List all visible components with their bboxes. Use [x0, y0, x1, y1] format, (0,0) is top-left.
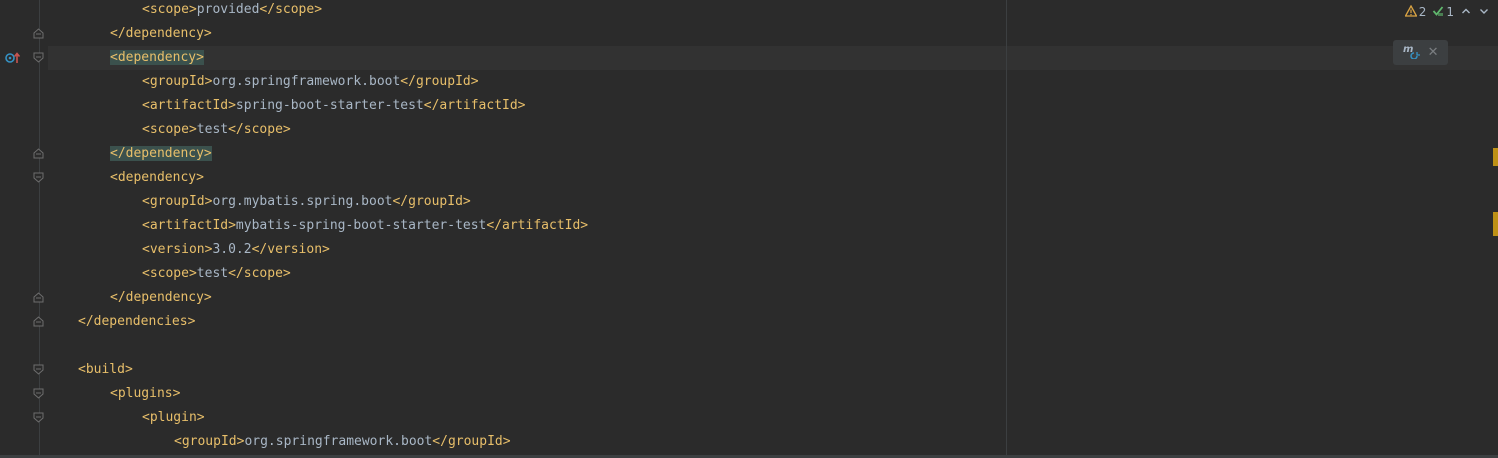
warning-stripe-mark[interactable]: [1493, 148, 1498, 166]
xml-open-tag: <scope>: [142, 266, 197, 281]
xml-tag: <plugins>: [110, 386, 181, 401]
warning-stripe-mark[interactable]: [1493, 212, 1498, 236]
code-line[interactable]: </dependency>: [48, 22, 1498, 46]
xml-open-tag: <artifactId>: [142, 218, 236, 233]
xml-tag: </dependency>: [110, 146, 212, 161]
fold-collapse-icon[interactable]: [33, 364, 44, 375]
xml-tag: </dependency>: [110, 290, 212, 305]
xml-close-tag: </artifactId>: [486, 218, 589, 233]
editor-gutter[interactable]: [0, 0, 48, 458]
code-line[interactable]: <dependency>: [48, 46, 1498, 70]
xml-close-tag: </scope>: [259, 2, 323, 17]
ok-count: 1: [1446, 5, 1454, 19]
xml-close-tag: </groupId>: [392, 194, 471, 209]
xml-text: test: [196, 122, 229, 137]
warnings-count: 2: [1418, 5, 1427, 19]
code-line[interactable]: <groupId>org.mybatis.spring.boot</groupI…: [48, 190, 1498, 214]
xml-text: test: [196, 266, 229, 281]
check-icon: [1432, 5, 1444, 20]
code-line[interactable]: <scope>test</scope>: [48, 118, 1498, 142]
xml-close-tag: </scope>: [228, 266, 291, 281]
xml-close-tag: </artifactId>: [423, 98, 526, 113]
xml-text: provided: [196, 2, 260, 17]
fold-collapse-icon[interactable]: [33, 172, 44, 183]
xml-close-tag: </groupId>: [400, 74, 479, 89]
next-highlight-icon[interactable]: [1478, 5, 1490, 20]
fold-end-icon[interactable]: [33, 292, 44, 303]
xml-tag: <dependency>: [110, 170, 204, 185]
code-line[interactable]: [48, 334, 1498, 358]
maven-reload-icon[interactable]: m: [1403, 43, 1421, 63]
xml-open-tag: <scope>: [142, 122, 197, 137]
close-icon[interactable]: ✕: [1428, 45, 1439, 60]
xml-open-tag: <groupId>: [142, 74, 213, 89]
code-line[interactable]: <scope>provided</scope>: [48, 0, 1498, 22]
code-line[interactable]: <scope>test</scope>: [48, 262, 1498, 286]
xml-text: 3.0.2: [212, 242, 252, 257]
fold-collapse-icon[interactable]: [33, 412, 44, 423]
xml-open-tag: <artifactId>: [142, 98, 236, 113]
fold-collapse-icon[interactable]: [33, 52, 44, 63]
xml-text: mybatis-spring-boot-starter-test: [235, 218, 487, 233]
fold-end-icon[interactable]: [33, 28, 44, 39]
xml-open-tag: <groupId>: [174, 434, 245, 449]
xml-tag: </dependencies>: [78, 314, 196, 329]
maven-reload-popup[interactable]: m ✕: [1393, 40, 1448, 65]
fold-collapse-icon[interactable]: [33, 388, 44, 399]
xml-tag: <plugin>: [142, 410, 205, 425]
inspection-widget[interactable]: 2 1: [1404, 4, 1490, 20]
xml-text: org.mybatis.spring.boot: [212, 194, 393, 209]
overrides-parent-icon[interactable]: [5, 51, 23, 65]
code-line[interactable]: </dependency>: [48, 286, 1498, 310]
ok-indicator[interactable]: 1: [1432, 5, 1454, 20]
xml-tag: <build>: [78, 362, 133, 377]
code-line[interactable]: </dependency>: [48, 142, 1498, 166]
xml-tag: <dependency>: [110, 50, 204, 65]
code-line[interactable]: <dependency>: [48, 166, 1498, 190]
code-line[interactable]: </dependencies>: [48, 310, 1498, 334]
xml-open-tag: <scope>: [142, 2, 197, 17]
fold-end-icon[interactable]: [33, 148, 44, 159]
xml-text: org.springframework.boot: [212, 74, 401, 89]
xml-tag: </dependency>: [110, 26, 212, 41]
code-line[interactable]: <plugins>: [48, 382, 1498, 406]
code-line[interactable]: <build>: [48, 358, 1498, 382]
xml-close-tag: </groupId>: [432, 434, 511, 449]
xml-text: spring-boot-starter-test: [235, 98, 424, 113]
code-line[interactable]: <groupId>org.springframework.boot</group…: [48, 430, 1498, 454]
warning-triangle-icon: [1404, 4, 1418, 20]
code-line[interactable]: <groupId>org.springframework.boot</group…: [48, 70, 1498, 94]
xml-close-tag: </scope>: [228, 122, 291, 137]
code-line[interactable]: <version>3.0.2</version>: [48, 238, 1498, 262]
fold-end-icon[interactable]: [33, 316, 44, 327]
code-line[interactable]: <plugin>: [48, 406, 1498, 430]
xml-open-tag: <version>: [142, 242, 213, 257]
previous-highlight-icon[interactable]: [1460, 5, 1472, 20]
xml-open-tag: <groupId>: [142, 194, 213, 209]
code-line[interactable]: <artifactId>mybatis-spring-boot-starter-…: [48, 214, 1498, 238]
code-line[interactable]: <artifactId>spring-boot-starter-test</ar…: [48, 94, 1498, 118]
xml-text: org.springframework.boot: [244, 434, 433, 449]
warnings-indicator[interactable]: 2: [1404, 4, 1427, 20]
right-margin-guide: [1006, 0, 1007, 458]
xml-close-tag: </version>: [251, 242, 330, 257]
